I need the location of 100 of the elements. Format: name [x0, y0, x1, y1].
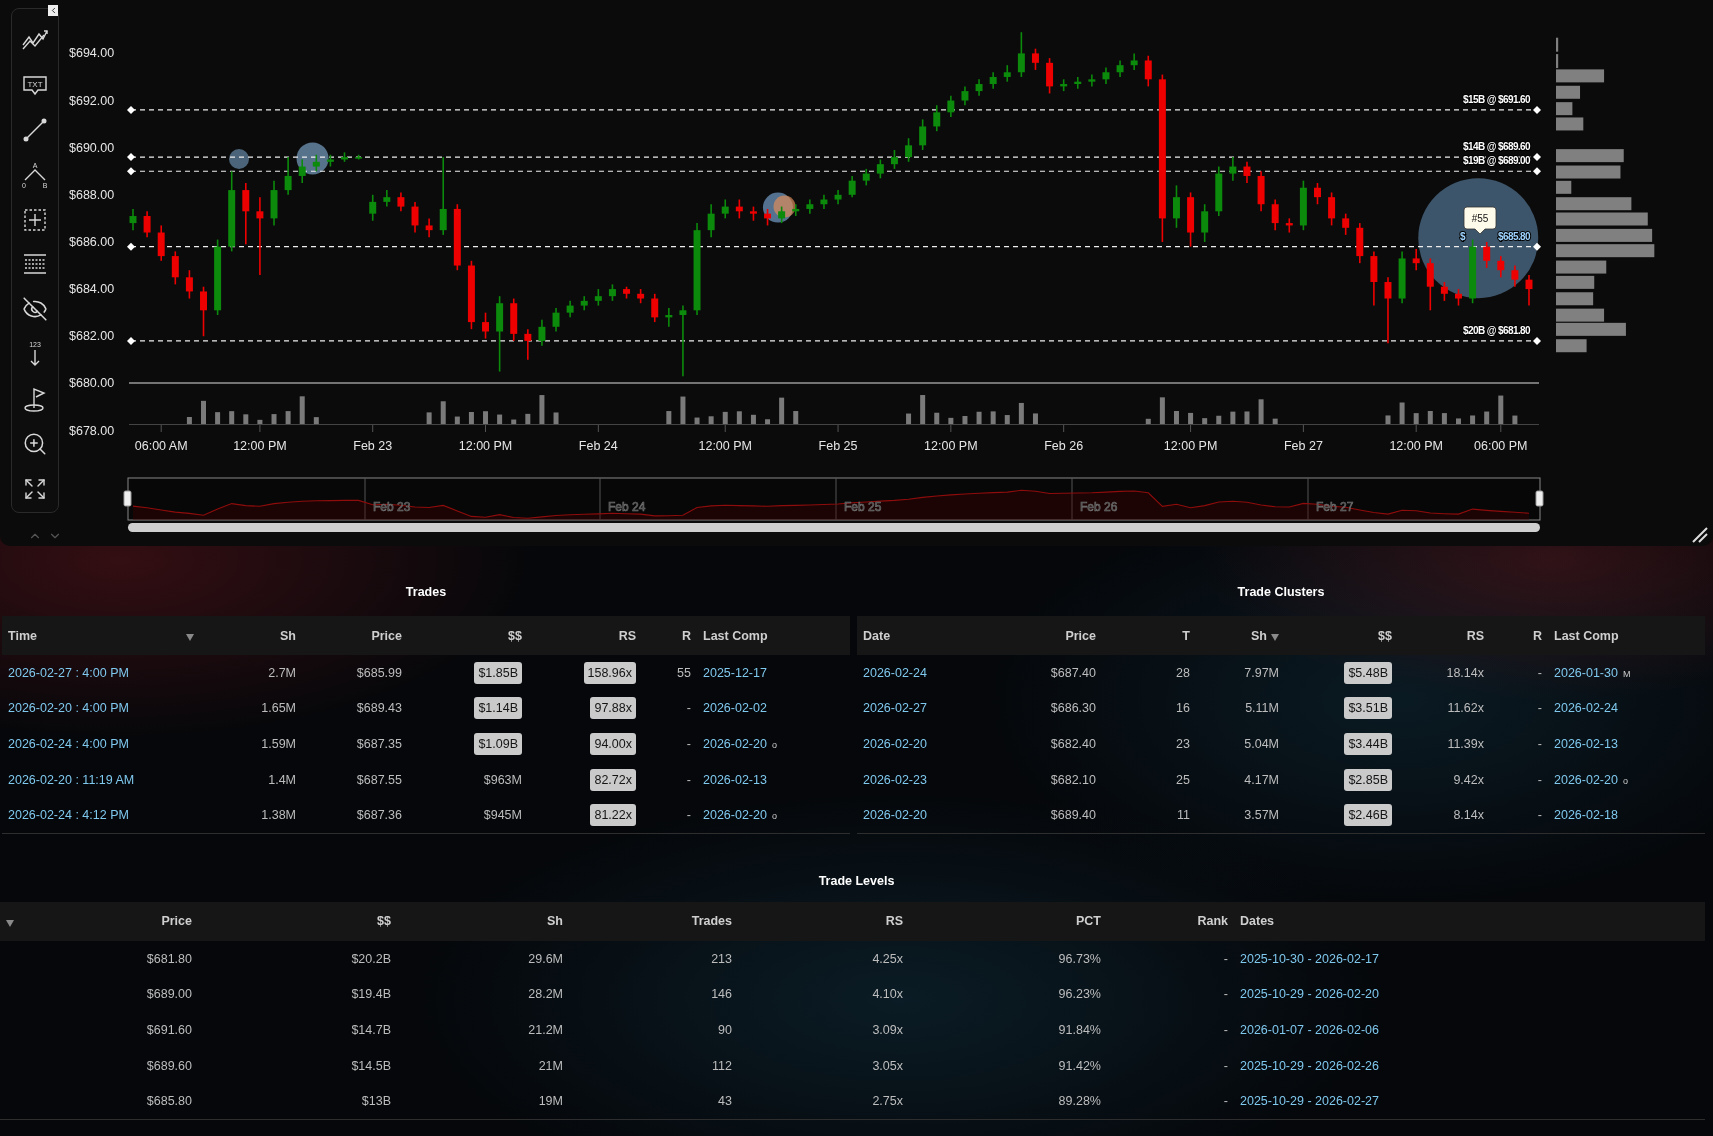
date-link[interactable]: 2026-02-23 [863, 772, 927, 787]
column-header[interactable]: R [681, 628, 691, 643]
candle [552, 307, 560, 333]
time-axis-label: Feb 26 [1044, 439, 1084, 453]
date-link[interactable]: 2026-02-24 [863, 665, 927, 680]
date-link[interactable]: 2026-01-30 [1554, 665, 1618, 680]
column-header[interactable]: Price [1065, 628, 1096, 643]
table-cell-text: 96.73% [1057, 951, 1102, 966]
level-label: $15B @ $691.60 [1463, 93, 1530, 105]
time-axis-label: 06:00 AM [134, 439, 188, 453]
candle [792, 203, 800, 217]
column-header[interactable]: Sh [280, 628, 296, 643]
table-cell-text: $682.10 [1049, 772, 1097, 787]
date-link[interactable]: 2026-02-27 [863, 701, 927, 716]
table-cell-text: 146 [710, 987, 733, 1002]
price-axis-label: $684.00 [69, 282, 115, 297]
column-header[interactable]: Last Comp [1554, 628, 1619, 643]
line-handle[interactable] [127, 336, 135, 345]
line-handle[interactable] [1533, 336, 1541, 345]
date-link[interactable]: 2026-02-20 [703, 808, 767, 823]
date-link[interactable]: 2026-02-02 [703, 701, 767, 716]
date-link[interactable]: 2025-10-30 - 2026-02-17 [1240, 951, 1379, 966]
date-link[interactable]: 2026-02-24 [1554, 701, 1618, 716]
table-cell-text: 3.09x [871, 1022, 904, 1037]
date-link[interactable]: 2025-12-17 [703, 665, 767, 680]
date-link[interactable]: 2026-02-13 [1554, 737, 1618, 751]
column-header[interactable]: Trades [691, 914, 732, 929]
price-axis-label: $692.00 [69, 93, 115, 108]
table-cell-text: $689.60 [145, 1058, 193, 1073]
table-cell-text: - [1222, 987, 1229, 1002]
candle [143, 210, 151, 239]
date-link[interactable]: 2026-02-20 : 11:19 AM [8, 772, 135, 787]
navigator-handle[interactable] [123, 490, 132, 507]
candle [1003, 64, 1011, 83]
candle [1299, 179, 1307, 231]
price-axis-label: $694.00 [69, 46, 115, 61]
date-link[interactable]: 2025-10-29 - 2026-02-26 [1240, 1058, 1379, 1073]
date-link[interactable]: 2025-10-29 - 2026-02-20 [1240, 987, 1379, 1002]
table-cell-text: 96.23% [1057, 987, 1102, 1002]
candle [919, 118, 927, 151]
navigator-label: Feb 25 [844, 500, 882, 514]
price-axis-label: $682.00 [69, 329, 115, 344]
line-handle[interactable] [127, 242, 135, 251]
table-cell-text: 16 [1175, 701, 1191, 716]
date-link[interactable]: 2025-10-29 - 2026-02-27 [1240, 1094, 1379, 1109]
line-handle[interactable] [1533, 242, 1541, 251]
column-header[interactable]: $$ [508, 628, 522, 643]
column-header[interactable]: T [1182, 628, 1190, 643]
table-cell-text: - [685, 701, 692, 716]
candle [341, 151, 348, 163]
column-header[interactable]: Time [8, 628, 37, 643]
date-link[interactable]: 2026-02-24 : 4:00 PM [8, 737, 129, 751]
line-handle[interactable] [127, 105, 135, 114]
date-link[interactable]: 2026-02-20 [863, 737, 927, 751]
date-link[interactable]: 2026-01-07 - 2026-02-06 [1240, 1022, 1379, 1037]
column-header[interactable]: Sh [1251, 628, 1267, 643]
column-header[interactable]: R [1532, 628, 1542, 643]
column-header[interactable]: Sh [547, 914, 563, 929]
column-header[interactable]: $$ [377, 914, 391, 929]
column-header[interactable]: Rank [1197, 914, 1228, 929]
column-header[interactable]: Date [863, 628, 891, 643]
candle [538, 318, 546, 347]
date-link[interactable]: 2026-02-18 [1554, 808, 1618, 823]
column-header[interactable]: RS [885, 914, 903, 929]
candle [284, 156, 292, 196]
candle [862, 168, 870, 187]
sort-icon[interactable] [1271, 634, 1279, 641]
table-cell-text: $689.00 [145, 987, 193, 1002]
date-link[interactable]: 2026-02-13 [703, 772, 767, 787]
date-link[interactable]: 2026-02-24 : 4:12 PM [8, 808, 129, 823]
date-link[interactable]: 2026-02-20 [863, 808, 927, 823]
column-header[interactable]: PCT [1076, 914, 1101, 929]
scrollbar[interactable] [128, 523, 1540, 532]
column-header[interactable]: Last Comp [703, 628, 768, 643]
column-header[interactable]: $$ [1378, 628, 1392, 643]
sort-icon[interactable] [186, 634, 194, 641]
column-header[interactable]: Price [161, 914, 192, 929]
navigator-handle[interactable] [1535, 490, 1544, 507]
column-header[interactable]: RS [618, 628, 636, 643]
value-badge: 82.72x [590, 768, 636, 791]
candle [707, 203, 715, 239]
candle [1243, 161, 1251, 184]
date-link[interactable]: 2026-02-20 [703, 737, 767, 751]
sort-icon[interactable] [6, 919, 14, 927]
date-link[interactable]: 2026-02-20 : 4:00 PM [8, 701, 129, 716]
level-label: $20B @ $681.80 [1463, 324, 1530, 336]
candle [961, 85, 969, 107]
collapse-button[interactable] [48, 5, 58, 16]
candle [848, 175, 856, 198]
value-badge: 94.00x [590, 733, 636, 755]
candle [1483, 241, 1491, 269]
column-header[interactable]: RS [1466, 628, 1484, 643]
column-header[interactable]: Price [371, 628, 402, 643]
candle [1497, 255, 1505, 279]
column-header[interactable]: Dates [1240, 914, 1275, 929]
date-link[interactable]: 2026-02-20 [1554, 772, 1618, 787]
date-link[interactable]: 2026-02-27 : 4:00 PM [8, 665, 129, 680]
line-handle[interactable] [1533, 105, 1541, 114]
price-axis-label: $688.00 [69, 187, 115, 202]
candle [383, 189, 391, 208]
